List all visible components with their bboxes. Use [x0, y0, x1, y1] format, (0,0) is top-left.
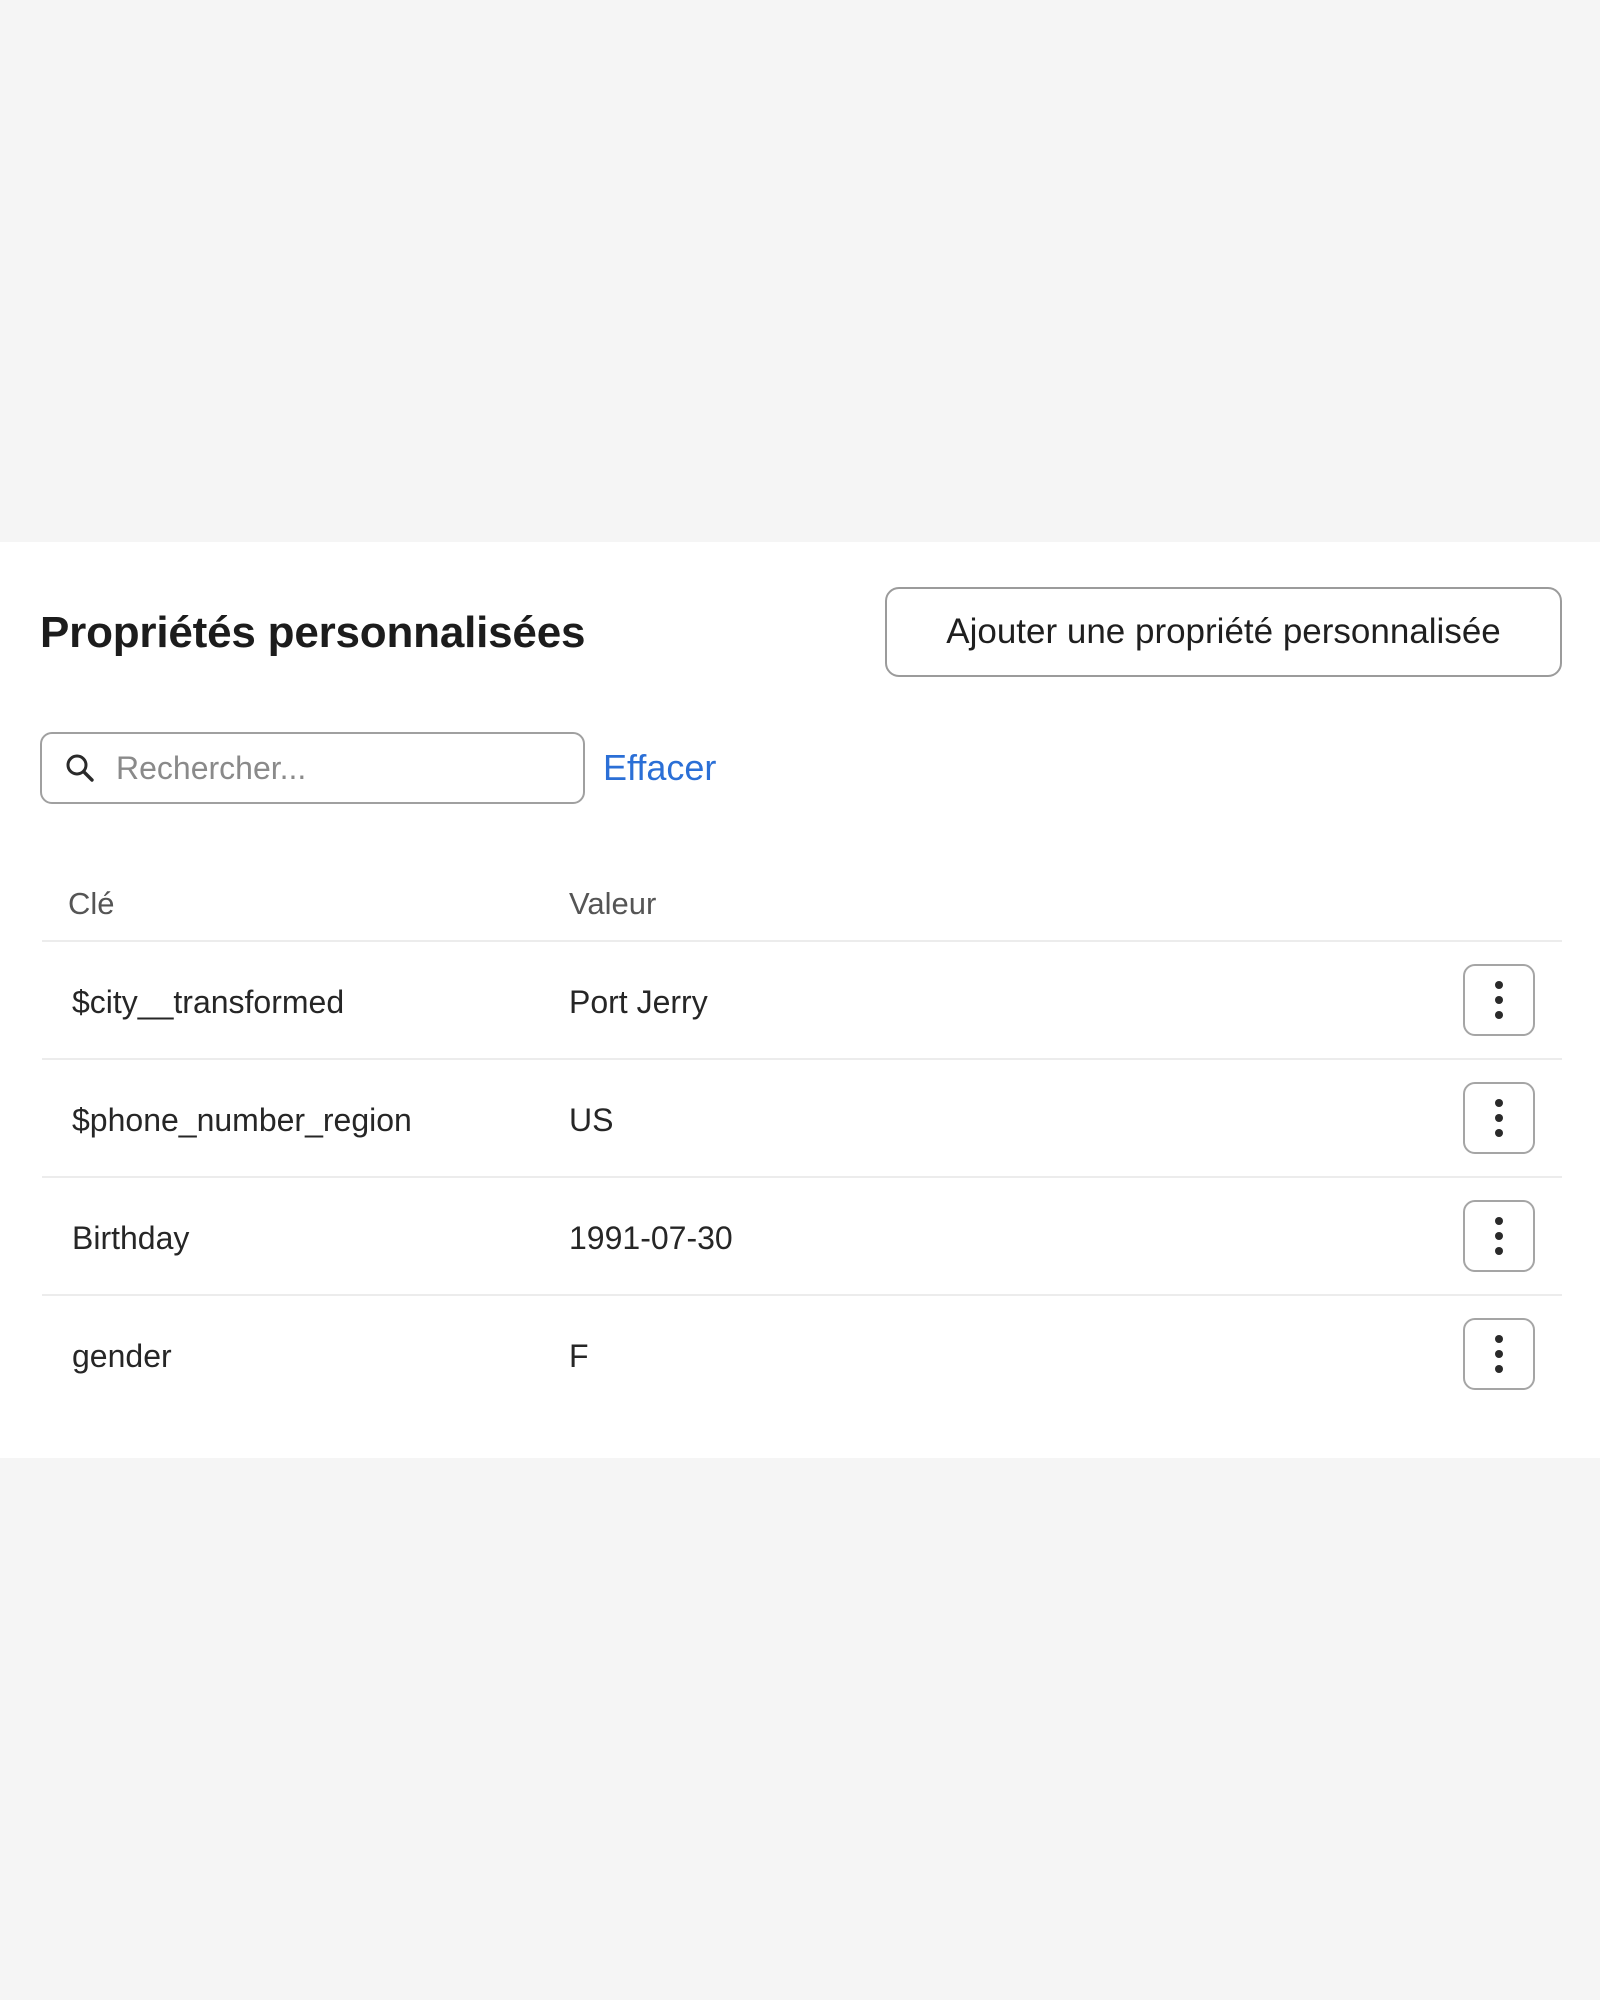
search-box[interactable] — [40, 732, 585, 804]
table-row: $city__transformed Port Jerry — [42, 942, 1562, 1060]
column-header-key: Clé — [68, 886, 115, 921]
search-input[interactable] — [116, 738, 556, 798]
more-vertical-icon — [1495, 1335, 1503, 1373]
column-header-value: Valeur — [569, 886, 657, 921]
table-row: gender F — [42, 1296, 1562, 1414]
search-icon — [66, 754, 94, 782]
property-key: gender — [72, 1338, 172, 1374]
property-key: $phone_number_region — [72, 1102, 412, 1138]
more-vertical-icon — [1495, 1099, 1503, 1137]
property-key: $city__transformed — [72, 984, 345, 1020]
table-header: Clé Valeur — [42, 868, 1562, 942]
property-value: F — [569, 1338, 589, 1374]
row-actions-button[interactable] — [1463, 1082, 1535, 1154]
row-actions-button[interactable] — [1463, 964, 1535, 1036]
property-value: US — [569, 1102, 614, 1138]
clear-search-link[interactable]: Effacer — [603, 745, 716, 791]
property-value: 1991-07-30 — [569, 1220, 733, 1256]
more-vertical-icon — [1495, 981, 1503, 1019]
page-title: Propriétés personnalisées — [40, 608, 586, 657]
row-actions-button[interactable] — [1463, 1200, 1535, 1272]
property-value: Port Jerry — [569, 984, 708, 1020]
table-row: Birthday 1991-07-30 — [42, 1178, 1562, 1296]
more-vertical-icon — [1495, 1217, 1503, 1255]
property-key: Birthday — [72, 1220, 190, 1256]
page: Propriétés personnalisées Ajouter une pr… — [0, 0, 1600, 2000]
table-row: $phone_number_region US — [42, 1060, 1562, 1178]
custom-properties-table: Clé Valeur $city__transformed Port Jerry… — [42, 868, 1562, 1414]
row-actions-button[interactable] — [1463, 1318, 1535, 1390]
add-custom-property-button[interactable]: Ajouter une propriété personnalisée — [885, 587, 1562, 677]
